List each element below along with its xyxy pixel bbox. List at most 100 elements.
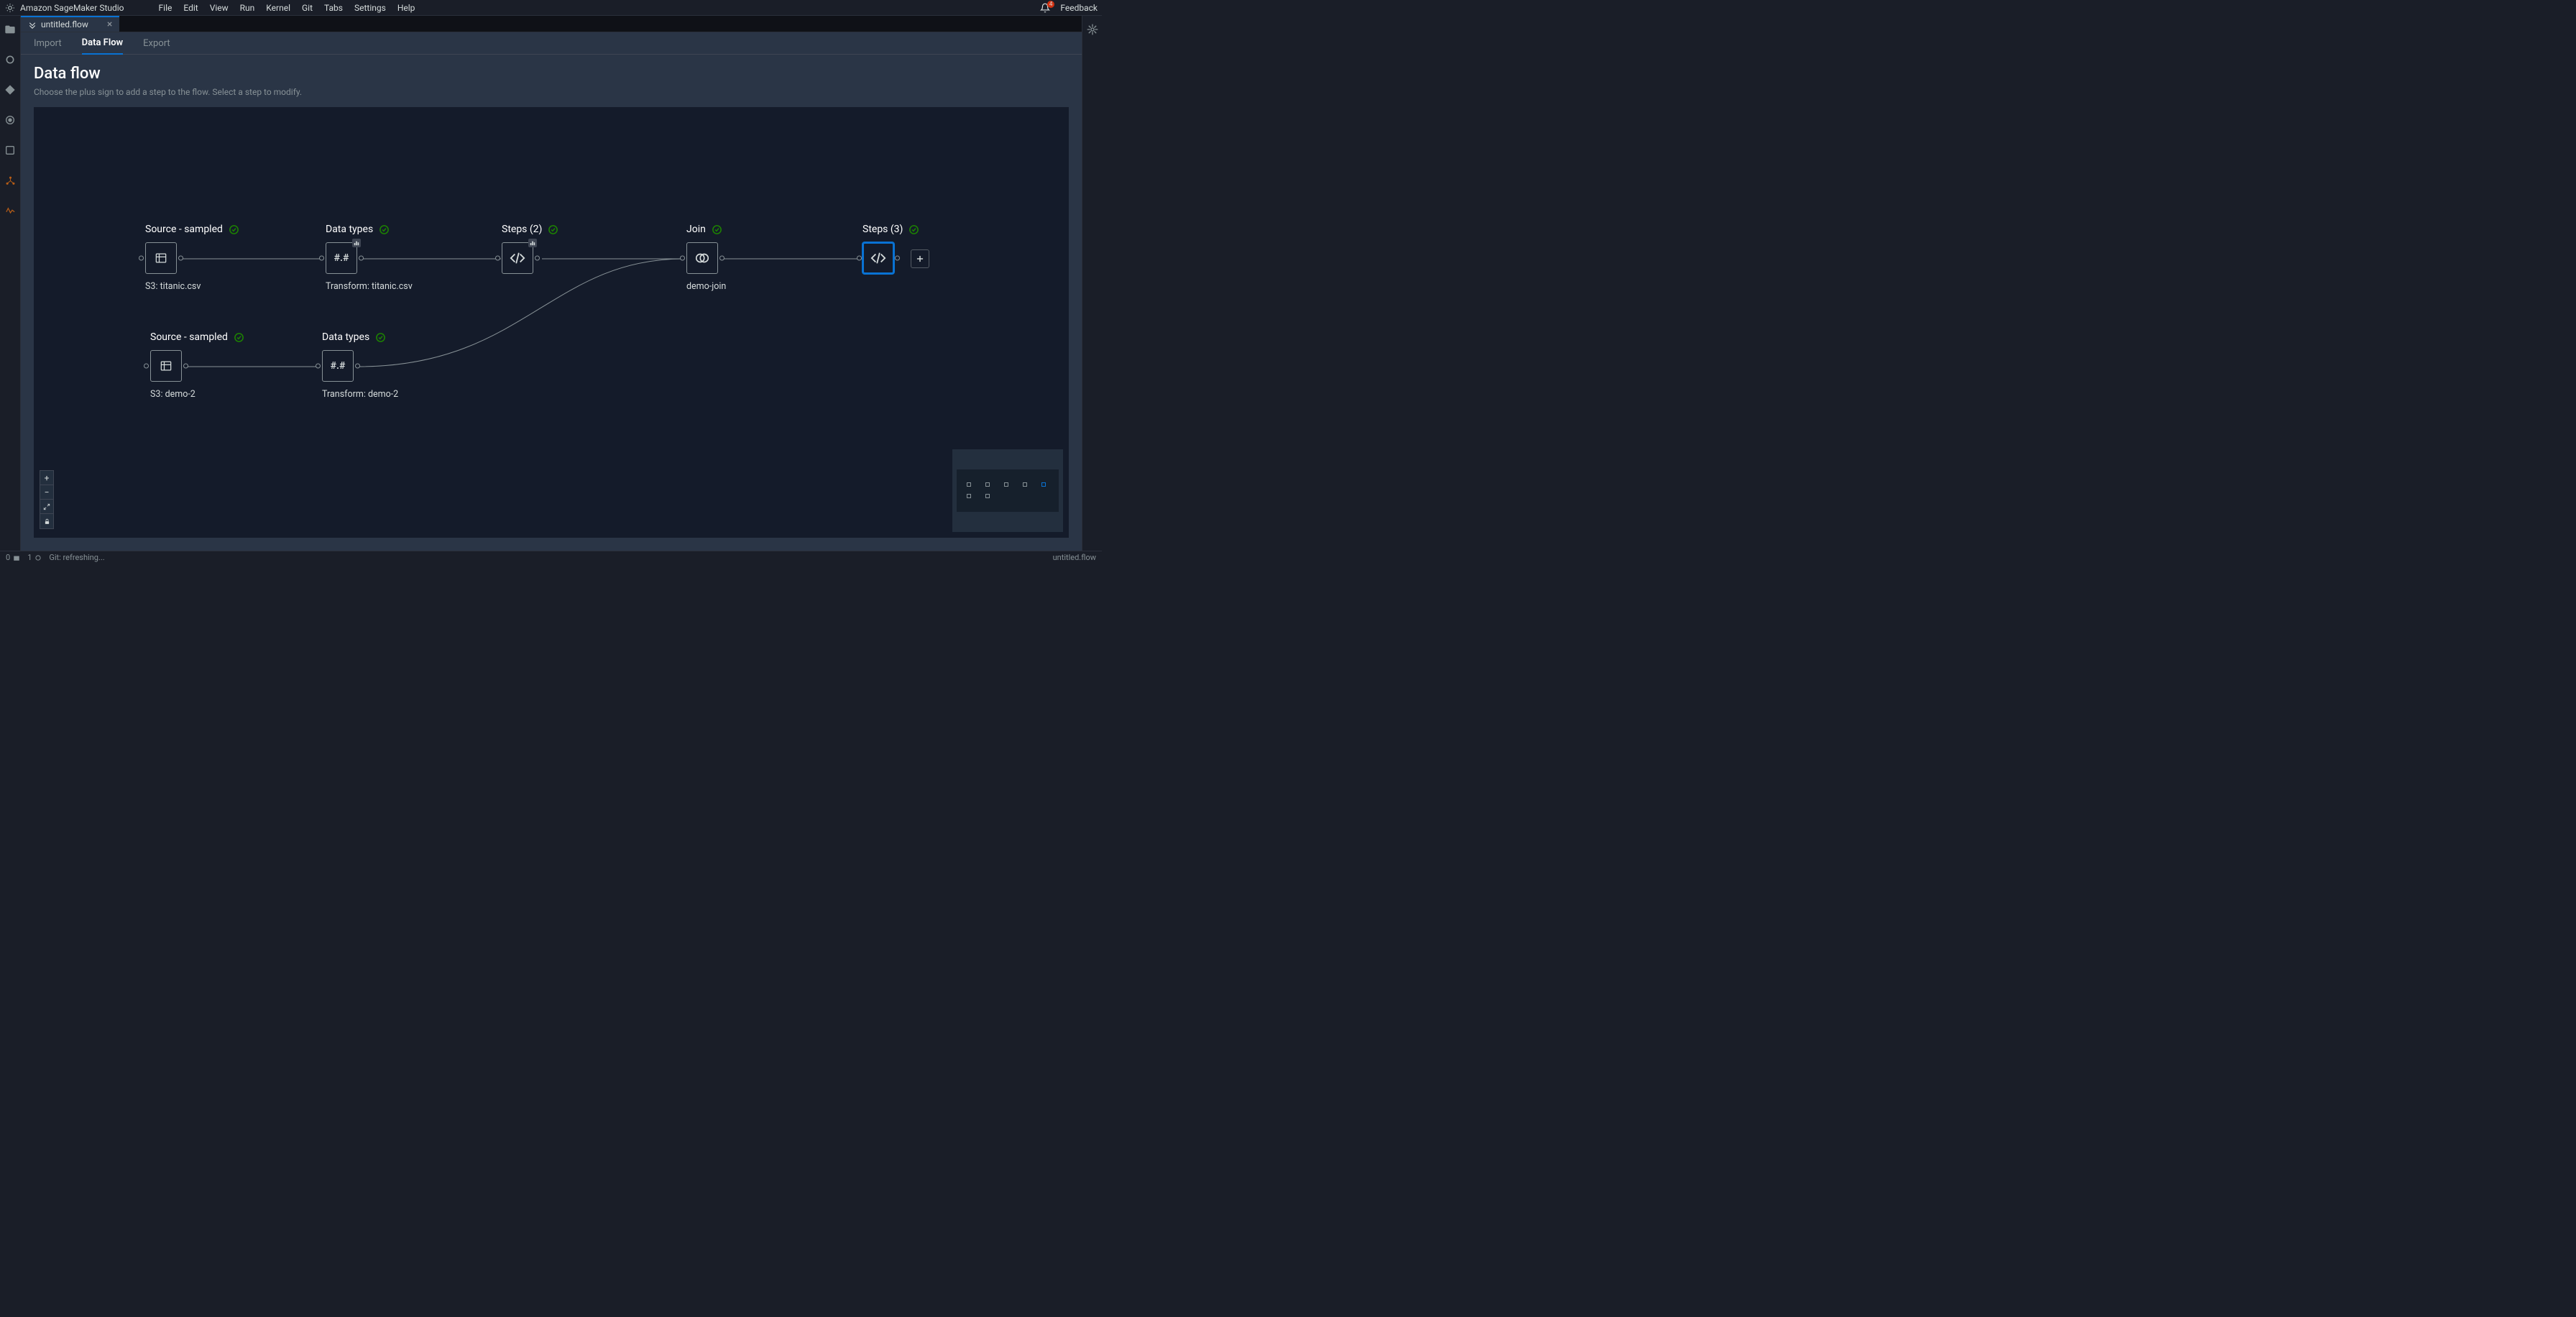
port-in[interactable] [495,256,500,261]
file-tab-name: untitled.flow [41,19,88,29]
minimap-inner [957,469,1059,512]
node-footer: Transform: demo-2 [322,389,398,400]
node-footer: S3: demo-2 [150,389,244,400]
notifications-badge: 4 [1047,1,1055,8]
content-area: Data flow Choose the plus sign to add a … [21,55,1082,551]
status-open-tabs[interactable]: 0 [6,553,20,562]
hash-icon: #.# [331,360,346,372]
status-git[interactable]: Git: refreshing... [49,553,104,562]
menu-file[interactable]: File [153,1,178,14]
feedback-button[interactable]: Feedback [1060,3,1098,13]
node-title: Steps (2) [502,224,542,235]
file-tab-untitled[interactable]: untitled.flow × [21,16,119,32]
port-out[interactable] [895,256,900,261]
left-sidebar [0,16,21,551]
tab-import[interactable]: Import [34,33,62,54]
menu-run[interactable]: Run [234,1,261,14]
zoom-lock-button[interactable] [40,514,53,528]
code-icon [510,250,525,266]
node-source-demo2[interactable]: Source - sampled S3: demo-2 [150,331,244,400]
port-out[interactable] [359,256,364,261]
port-out[interactable] [719,256,724,261]
menu-kernel[interactable]: Kernel [260,1,296,14]
menu-git[interactable]: Git [296,1,318,14]
flow-file-icon [28,20,37,29]
zoom-in-button[interactable]: + [40,471,53,485]
table-icon [159,359,173,373]
commands-icon[interactable] [4,114,17,127]
main-content: untitled.flow × Import Data Flow Export … [21,16,1082,551]
running-icon[interactable] [4,53,17,66]
top-menu-bar: Amazon SageMaker Studio File Edit View R… [0,0,1102,16]
port-out[interactable] [183,364,188,369]
check-icon [379,224,390,235]
port-in[interactable] [316,364,321,369]
port-in[interactable] [857,256,862,261]
port-out[interactable] [535,256,540,261]
node-title: Source - sampled [145,224,223,235]
zoom-fit-button[interactable] [40,500,53,514]
app-title: Amazon SageMaker Studio [20,3,124,13]
port-in[interactable] [680,256,685,261]
join-icon [694,250,710,266]
port-out[interactable] [355,364,360,369]
endpoints-icon[interactable] [4,204,17,217]
code-icon [870,250,886,266]
node-footer: demo-join [686,281,726,292]
git-icon[interactable] [4,83,17,96]
node-data-types-demo2[interactable]: Data types #.# Transform: demo-2 [322,331,398,400]
flow-canvas[interactable]: Source - sampled S3: titanic.csv Data ty… [34,107,1069,538]
node-title: Source - sampled [150,331,228,343]
node-data-types-titanic[interactable]: Data types #.# Transform: titanic.csv [326,224,413,292]
chart-badge-icon [528,239,537,247]
status-bar: 0 1 Git: refreshing... untitled.flow [0,551,1102,564]
node-footer: Transform: titanic.csv [326,281,413,292]
settings-gear-icon[interactable] [1086,23,1099,36]
status-filename: untitled.flow [1053,553,1096,562]
menu-items: File Edit View Run Kernel Git Tabs Setti… [153,1,421,14]
table-icon [154,251,168,265]
node-steps-2[interactable]: Steps (2) [502,224,558,274]
page-title: Data flow [34,65,1069,83]
port-in[interactable] [319,256,324,261]
minimap-node [1004,482,1008,487]
status-terminals[interactable]: 1 [27,553,42,562]
sub-tabs: Import Data Flow Export [21,32,1082,55]
node-footer: S3: titanic.csv [145,281,239,292]
minimap-node [1041,482,1046,487]
folder-icon[interactable] [4,23,17,36]
menu-tabs[interactable]: Tabs [318,1,349,14]
minimap-node [985,494,990,498]
check-icon [375,332,386,343]
tab-export[interactable]: Export [143,33,170,54]
zoom-controls: + − [40,470,54,529]
extensions-icon[interactable] [4,144,17,157]
minimap[interactable] [952,449,1063,532]
menu-edit[interactable]: Edit [178,1,203,14]
menu-view[interactable]: View [204,1,234,14]
add-step-button[interactable] [911,249,929,268]
node-join[interactable]: Join demo-join [686,224,726,292]
port-in[interactable] [139,256,144,261]
page-subtitle: Choose the plus sign to add a step to th… [34,87,1069,97]
components-icon[interactable] [4,174,17,187]
flow-edges [34,107,1069,538]
node-title: Data types [322,331,369,343]
node-title: Data types [326,224,373,235]
check-icon [229,224,239,235]
zoom-out-button[interactable]: − [40,485,53,500]
file-tab-close-icon[interactable]: × [107,19,112,30]
port-in[interactable] [144,364,149,369]
port-out[interactable] [178,256,183,261]
node-title: Steps (3) [862,224,903,235]
check-icon [908,224,919,235]
node-source-titanic[interactable]: Source - sampled S3: titanic.csv [145,224,239,292]
tab-data-flow[interactable]: Data Flow [82,32,124,55]
file-tabs: untitled.flow × [21,16,1082,32]
check-icon [548,224,558,235]
menu-settings[interactable]: Settings [349,1,392,14]
check-icon [712,224,722,235]
chart-badge-icon [352,239,361,247]
notifications-button[interactable]: 4 [1040,3,1050,13]
menu-help[interactable]: Help [392,1,421,14]
